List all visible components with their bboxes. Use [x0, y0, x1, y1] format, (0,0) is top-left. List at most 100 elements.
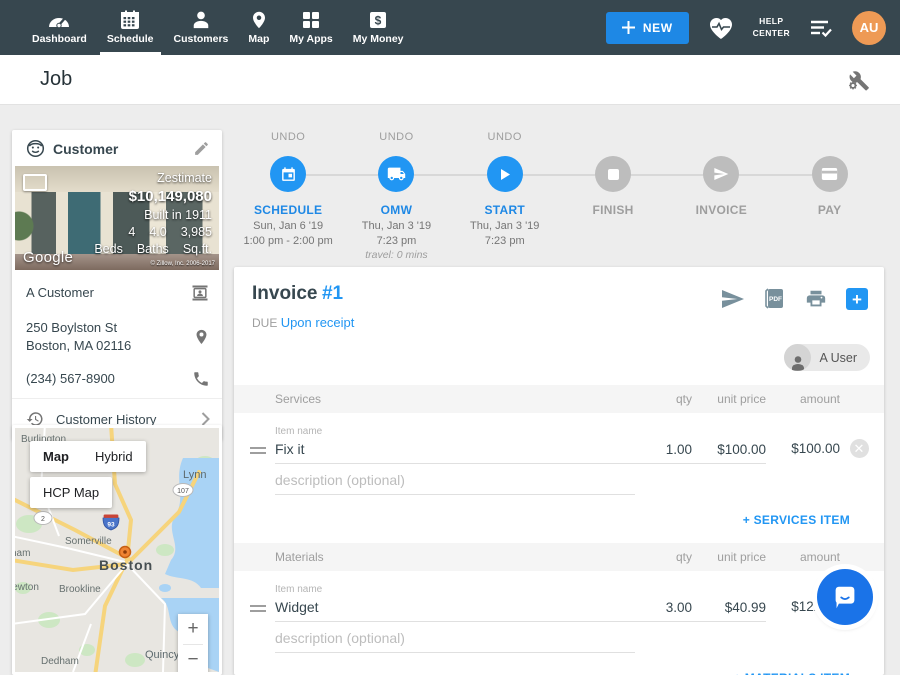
due-label: DUE: [252, 316, 277, 330]
timeline-step-start: UNDO START Thu, Jan 3 '19 7:23 pm: [451, 131, 559, 261]
invoice-panel: Invoice #1 PDF + DUE Upon receipt A User…: [234, 267, 884, 675]
drag-handle-icon[interactable]: [250, 447, 266, 455]
nav-label: Schedule: [107, 33, 154, 45]
zoom-in-button[interactable]: +: [178, 614, 208, 644]
assigned-user-chip[interactable]: A User: [784, 344, 870, 371]
pdf-icon[interactable]: PDF: [764, 287, 786, 311]
chat-fab-button[interactable]: [817, 569, 873, 625]
undo-omw-button[interactable]: UNDO: [379, 131, 413, 149]
person-icon: [784, 344, 811, 371]
start-step-button[interactable]: [487, 156, 523, 192]
hcp-map-button[interactable]: HCP Map: [30, 477, 112, 508]
stop-icon: [607, 168, 620, 181]
map-label-quincy: Quincy: [145, 649, 180, 661]
item-name-cell: Item name: [275, 584, 630, 622]
svg-text:$: $: [375, 14, 382, 28]
street-view-frame-icon: [23, 174, 47, 191]
add-materials-item-link[interactable]: + MATERIALS ITEM: [734, 671, 850, 675]
money-icon: $: [368, 10, 388, 30]
new-button[interactable]: NEW: [606, 12, 689, 44]
schedule-step-button[interactable]: [270, 156, 306, 192]
material-unit-price-input[interactable]: [692, 600, 766, 622]
map-label-dedham: Dedham: [41, 656, 79, 667]
qty-column-header: qty: [630, 392, 692, 406]
delete-service-item-button[interactable]: ✕: [850, 439, 869, 458]
map-type-map-button[interactable]: Map: [30, 441, 82, 472]
nav-item-my-apps[interactable]: My Apps: [279, 0, 342, 55]
map-route-93: 93: [107, 522, 115, 529]
credit-card-icon: [821, 167, 838, 181]
zestimate-overlay: Zestimate $10,149,080 Built in 1911 4 4.…: [94, 170, 212, 258]
service-item-name-input[interactable]: [275, 441, 630, 464]
play-icon: [497, 167, 512, 182]
map-type-hybrid-button[interactable]: Hybrid: [82, 441, 146, 472]
heart-pulse-icon[interactable]: [707, 15, 735, 41]
calendar-icon: [119, 10, 141, 30]
customer-address: 250 Boylston StBoston, MA 02116: [26, 319, 193, 354]
built-year: Built in 1911: [94, 207, 212, 224]
nav-label: My Apps: [289, 33, 332, 45]
zestimate-value: $10,149,080: [94, 187, 212, 207]
phone-icon[interactable]: [192, 370, 210, 388]
finish-step-button[interactable]: [595, 156, 631, 192]
map-label-lynn: Lynn: [183, 469, 206, 481]
pay-step-button[interactable]: [812, 156, 848, 192]
nav-item-map[interactable]: Map: [238, 0, 279, 55]
send-invoice-icon[interactable]: [721, 289, 745, 309]
service-description-input[interactable]: [275, 472, 635, 495]
dashboard-icon: [47, 10, 71, 30]
drag-handle-icon[interactable]: [250, 605, 266, 613]
contact-card-icon[interactable]: [190, 283, 210, 303]
navbar-right: NEW HELP CENTER AU: [606, 0, 900, 55]
photo-attribution: © Zillow, Inc. 2006-2017: [151, 261, 215, 267]
due-value-link[interactable]: Upon receipt: [281, 315, 355, 330]
omw-step-button[interactable]: [378, 156, 414, 192]
zestimate-label: Zestimate: [94, 170, 212, 187]
customer-card-title: Customer: [53, 141, 185, 157]
page-header: Job: [0, 55, 900, 105]
undo-schedule-button[interactable]: UNDO: [271, 131, 305, 149]
user-avatar[interactable]: AU: [852, 11, 886, 45]
help-center-button[interactable]: HELP CENTER: [753, 16, 790, 38]
nav-item-my-money[interactable]: $ My Money: [343, 0, 414, 55]
service-unit-price-input[interactable]: [692, 442, 766, 464]
add-services-item-link[interactable]: + SERVICES ITEM: [743, 513, 850, 527]
map-label-brookline: Brookline: [59, 584, 101, 595]
print-icon[interactable]: [805, 288, 827, 310]
beds-label: Beds: [94, 241, 123, 258]
property-photo[interactable]: Zestimate $10,149,080 Built in 1911 4 4.…: [15, 166, 219, 270]
baths-label: Baths: [137, 241, 169, 258]
material-qty-input[interactable]: [630, 600, 692, 622]
material-item-name-input[interactable]: [275, 599, 630, 622]
map-card: 2 107 93 Burlington Lynn Somerville ham …: [12, 425, 222, 675]
travel-time: travel: 0 mins: [365, 249, 427, 261]
location-pin-icon[interactable]: [193, 327, 210, 347]
undo-start-button[interactable]: UNDO: [488, 131, 522, 149]
map-canvas[interactable]: 2 107 93 Burlington Lynn Somerville ham …: [15, 428, 219, 672]
job-settings-icon[interactable]: [846, 68, 870, 92]
activity-log-icon[interactable]: [808, 17, 834, 39]
zoom-out-button[interactable]: −: [178, 645, 208, 672]
plus-icon: [622, 21, 635, 34]
nav-item-schedule[interactable]: Schedule: [97, 0, 164, 55]
timeline-step-pay: PAY: [775, 131, 883, 261]
material-description-input[interactable]: [275, 630, 635, 653]
nav-item-customers[interactable]: Customers: [164, 0, 239, 55]
materials-section-header: Materials qty unit price amount: [234, 543, 884, 571]
svg-text:PDF: PDF: [769, 296, 782, 303]
add-invoice-button[interactable]: +: [846, 288, 868, 310]
invoice-step-button[interactable]: [703, 156, 739, 192]
truck-icon: [387, 166, 406, 182]
map-label-somerville: Somerville: [65, 536, 112, 547]
item-name-cell: Item name: [275, 426, 630, 464]
nav-item-dashboard[interactable]: Dashboard: [22, 0, 97, 55]
face-icon: [26, 139, 45, 158]
service-qty-input[interactable]: [630, 442, 692, 464]
invoice-number[interactable]: #1: [322, 283, 343, 304]
beds-value: 4: [128, 224, 135, 241]
assigned-user-name: A User: [819, 351, 857, 365]
top-navbar: Dashboard Schedule Customers Map My Apps…: [0, 0, 900, 55]
edit-customer-icon[interactable]: [193, 140, 210, 157]
chevron-right-icon: [201, 412, 210, 426]
unit-price-column-header: unit price: [692, 392, 766, 406]
